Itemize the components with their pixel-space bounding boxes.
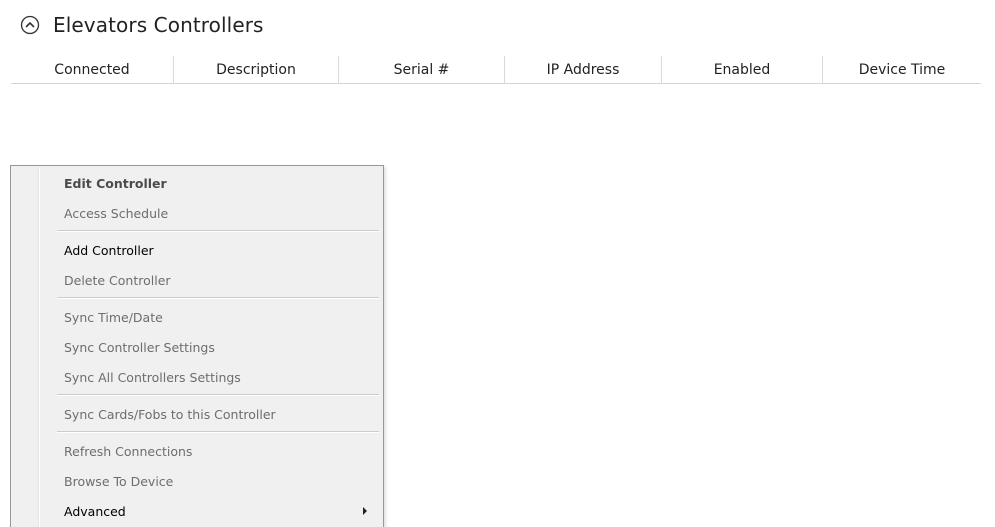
menu-item-sync-cards-fobs[interactable]: Sync Cards/Fobs to this Controller: [13, 401, 381, 427]
menu-item-browse-to-device[interactable]: Browse To Device: [13, 468, 381, 494]
menu-item-access-schedule[interactable]: Access Schedule: [13, 200, 381, 226]
menu-item-sync-controller-settings[interactable]: Sync Controller Settings: [13, 334, 381, 360]
menu-item-advanced[interactable]: Advanced: [13, 498, 381, 524]
grid-header: Connected Description Serial # IP Addres…: [11, 56, 981, 84]
section-header: Elevators Controllers: [20, 10, 264, 40]
context-menu: Edit Controller Access Schedule Add Cont…: [10, 165, 384, 527]
column-header-enabled[interactable]: Enabled: [662, 56, 823, 83]
section-title: Elevators Controllers: [53, 13, 264, 37]
menu-separator: [57, 297, 379, 299]
menu-item-advanced-label: Advanced: [64, 503, 126, 519]
submenu-arrow-icon: [363, 507, 367, 515]
menu-separator: [57, 431, 379, 433]
menu-item-delete-controller[interactable]: Delete Controller: [13, 267, 381, 293]
menu-separator: [57, 394, 379, 396]
chevron-up-circle-icon[interactable]: [20, 15, 40, 35]
column-header-connected[interactable]: Connected: [11, 56, 174, 83]
menu-item-sync-time-date[interactable]: Sync Time/Date: [13, 304, 381, 330]
column-header-description[interactable]: Description: [174, 56, 339, 83]
column-header-device-time[interactable]: Device Time: [823, 56, 981, 83]
column-header-serial[interactable]: Serial #: [339, 56, 505, 83]
menu-item-add-controller[interactable]: Add Controller: [13, 237, 381, 263]
menu-item-sync-all-controllers-settings[interactable]: Sync All Controllers Settings: [13, 364, 381, 390]
menu-item-edit-controller[interactable]: Edit Controller: [13, 170, 381, 196]
menu-item-refresh-connections[interactable]: Refresh Connections: [13, 438, 381, 464]
menu-separator: [57, 230, 379, 232]
column-header-ip-address[interactable]: IP Address: [505, 56, 662, 83]
